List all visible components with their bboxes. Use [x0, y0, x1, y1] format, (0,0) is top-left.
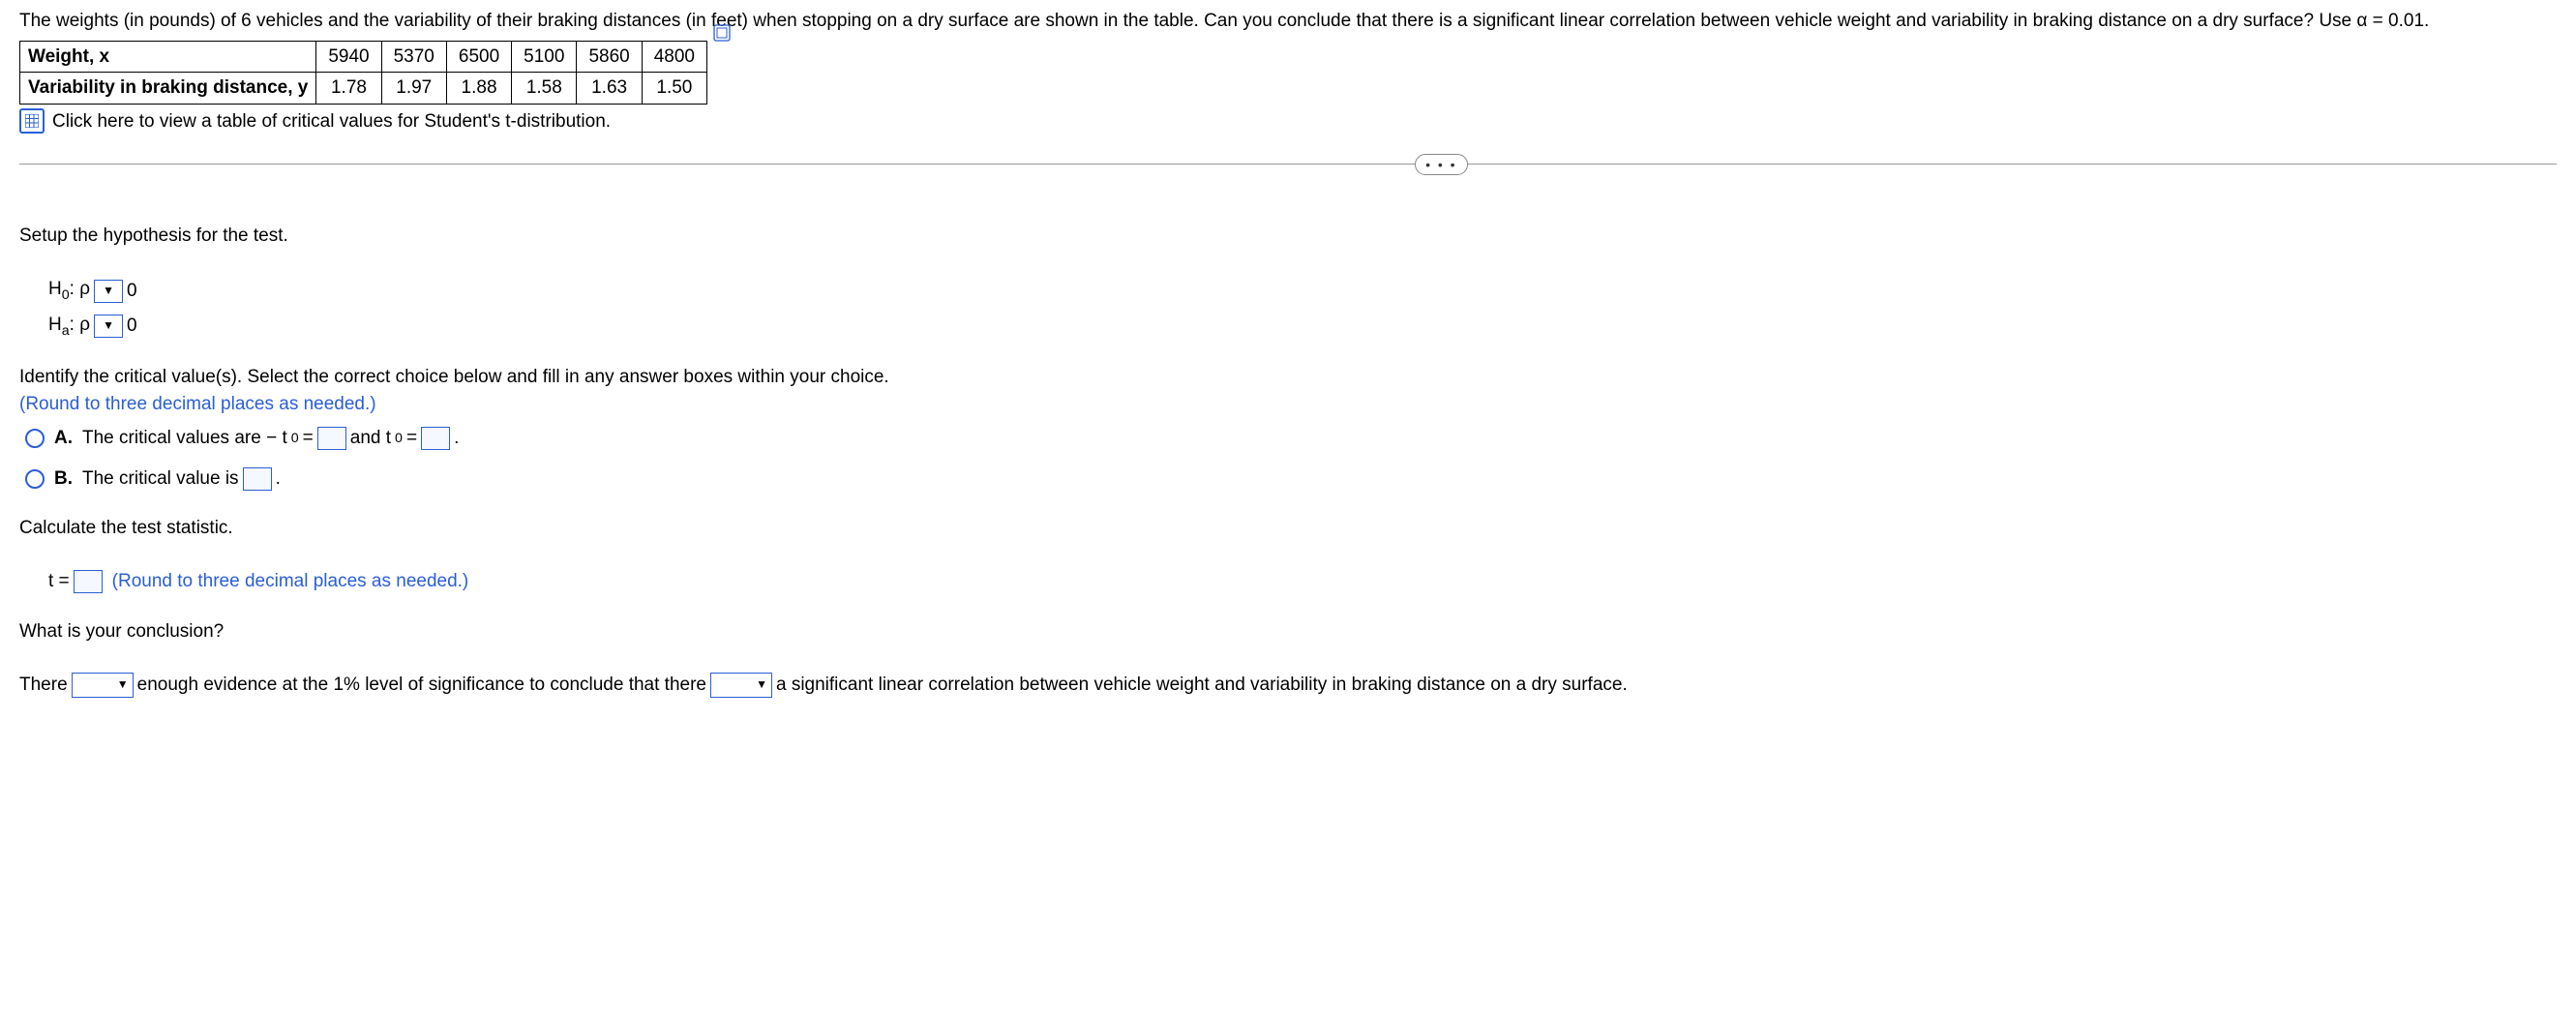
t-stat-input[interactable]: [74, 570, 103, 593]
ellipsis-icon[interactable]: • • •: [1415, 154, 1467, 175]
table-cell: 5940: [316, 41, 381, 73]
table-cell: 1.78: [316, 73, 381, 105]
option-a-radio[interactable]: [25, 429, 45, 448]
is-isnot-select-2[interactable]: ▼: [710, 673, 772, 698]
option-b-radio[interactable]: [25, 469, 45, 489]
ha-relation-select[interactable]: ▼: [94, 315, 123, 338]
alt-hypothesis-row: Ha: ρ ▼ 0: [48, 312, 2557, 341]
table-cell: 1.88: [446, 73, 511, 105]
table-cell: 1.97: [381, 73, 446, 105]
conclusion-prompt: What is your conclusion?: [19, 618, 2557, 645]
row-header: Weight, x: [20, 41, 316, 73]
t-distribution-link[interactable]: Click here to view a table of critical v…: [52, 108, 611, 135]
table-cell: 1.50: [642, 73, 706, 105]
table-icon[interactable]: [19, 108, 45, 134]
data-table: Weight, x 5940 5370 6500 5100 5860 4800 …: [19, 41, 707, 105]
table-cell: 4800: [642, 41, 706, 73]
neg-t0-input[interactable]: [317, 427, 346, 450]
pos-t0-input[interactable]: [421, 427, 450, 450]
table-cell: 1.58: [512, 73, 577, 105]
zero-label: 0: [127, 278, 137, 305]
row-header: Variability in braking distance, y: [20, 73, 316, 105]
null-hypothesis-row: H0: ρ ▼ 0: [48, 276, 2557, 305]
table-cell: 6500: [446, 41, 511, 73]
hypothesis-prompt: Setup the hypothesis for the test.: [19, 223, 2557, 250]
single-crit-input[interactable]: [243, 467, 272, 491]
h0-relation-select[interactable]: ▼: [94, 280, 123, 303]
table-row: Variability in braking distance, y 1.78 …: [20, 73, 707, 105]
conclusion-text: a significant linear correlation between…: [776, 672, 1628, 699]
problem-statement: The weights (in pounds) of 6 vehicles an…: [19, 8, 2557, 35]
round-note: (Round to three decimal places as needed…: [19, 391, 2557, 418]
table-cell: 5860: [577, 41, 642, 73]
critical-value-prompt: Identify the critical value(s). Select t…: [19, 364, 2557, 391]
table-cell: 5100: [512, 41, 577, 73]
is-isnot-select[interactable]: ▼: [72, 673, 134, 698]
t-equals-label: t =: [48, 568, 70, 595]
option-b-text: B. The critical value is .: [54, 465, 281, 493]
table-row: Weight, x 5940 5370 6500 5100 5860 4800: [20, 41, 707, 73]
table-cell: 5370: [381, 41, 446, 73]
conclusion-text: enough evidence at the 1% level of signi…: [137, 672, 706, 699]
section-separator: • • •: [19, 164, 2557, 165]
expand-icon[interactable]: [713, 23, 731, 41]
table-cell: 1.63: [577, 73, 642, 105]
zero-label: 0: [127, 313, 137, 340]
option-a-text: A. The critical values are − t0 = and t0…: [54, 425, 459, 452]
test-stat-prompt: Calculate the test statistic.: [19, 515, 2557, 542]
round-note: (Round to three decimal places as needed…: [112, 568, 469, 595]
conclusion-text: There: [19, 672, 68, 699]
